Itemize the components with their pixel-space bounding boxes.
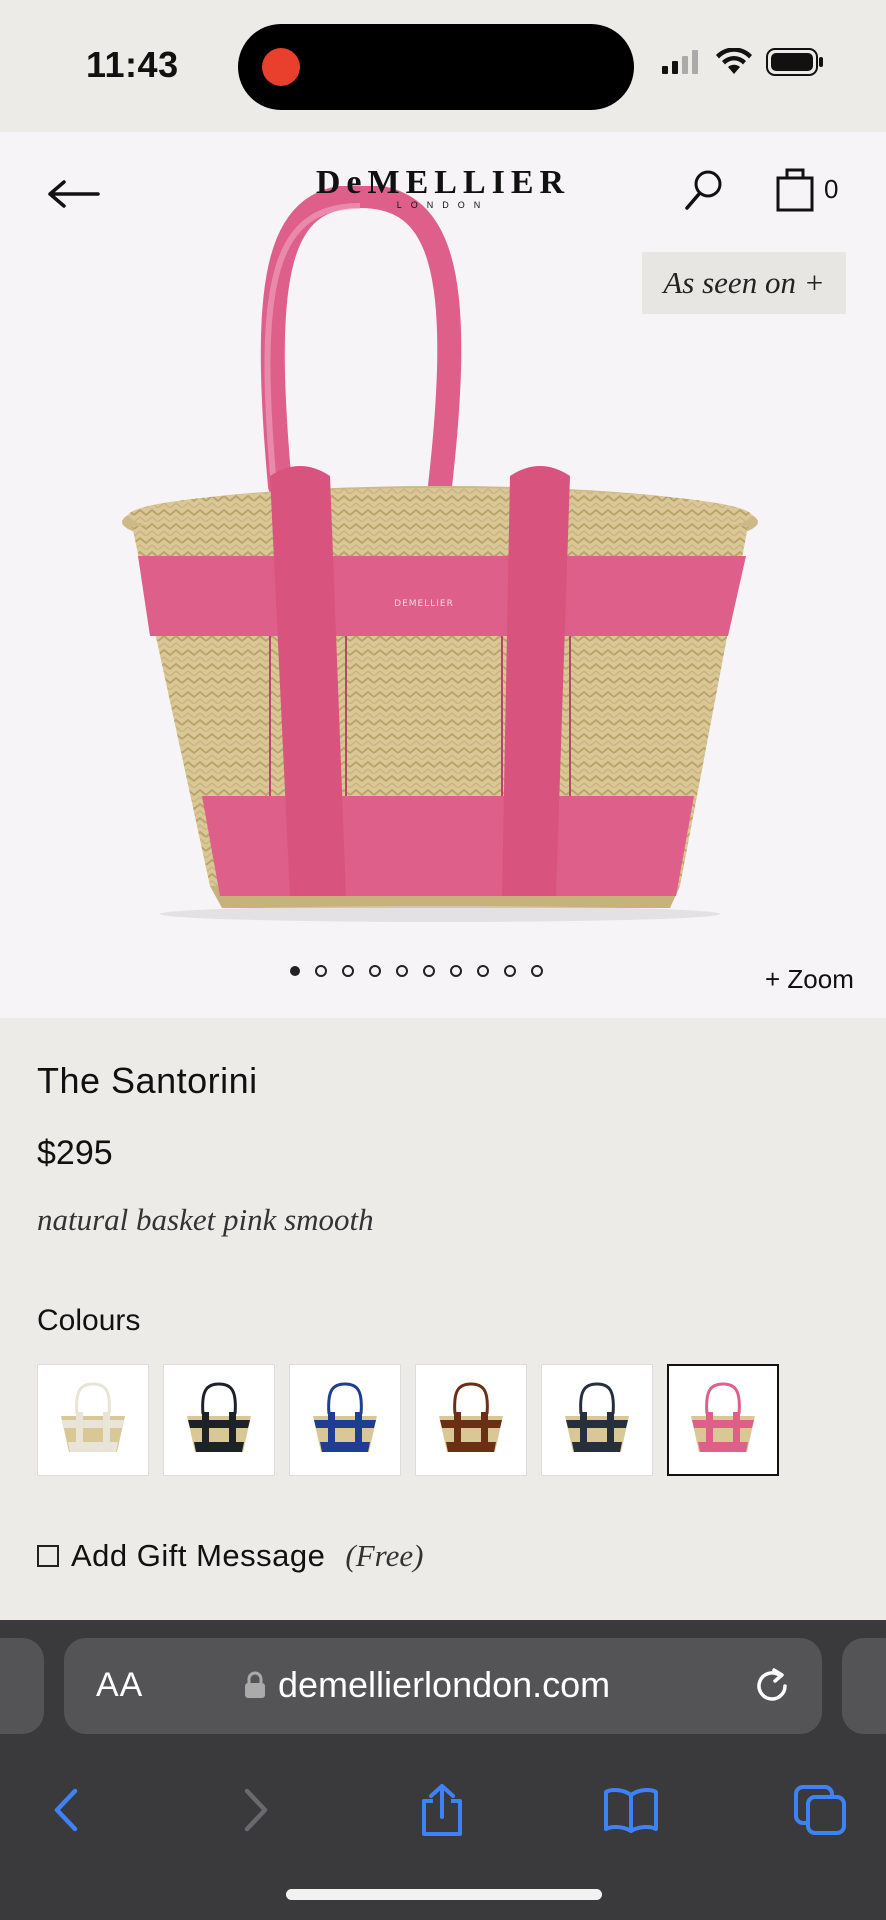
pagination-dot[interactable] (396, 965, 408, 977)
cart-button[interactable]: 0 (776, 166, 840, 212)
gift-message-checkbox[interactable] (37, 1545, 59, 1567)
search-icon[interactable] (684, 168, 724, 212)
colour-swatch-black[interactable] (163, 1364, 275, 1476)
bookmarks-button[interactable] (601, 1780, 661, 1840)
battery-icon (766, 48, 823, 76)
colour-swatch-navy[interactable] (541, 1364, 653, 1476)
lock-icon (245, 1671, 265, 1698)
browser-back-button[interactable] (36, 1780, 96, 1840)
pagination-dot[interactable] (315, 965, 327, 977)
pagination-dot[interactable] (531, 965, 543, 977)
bag-thumbnail-icon (691, 1382, 755, 1452)
share-button[interactable] (412, 1780, 472, 1840)
dynamic-island (238, 24, 634, 110)
colour-swatch-brown[interactable] (415, 1364, 527, 1476)
pagination-dot[interactable] (450, 965, 462, 977)
gallery-pagination (290, 965, 543, 977)
logo-wordmark: DeMELLIER (315, 164, 571, 201)
cart-count: 0 (824, 174, 839, 204)
pagination-dot[interactable] (369, 965, 381, 977)
screen-recording-icon (262, 48, 300, 86)
colour-swatch-pink[interactable] (667, 1364, 779, 1476)
previous-tab-preview[interactable] (0, 1638, 44, 1734)
bag-thumbnail-icon (565, 1382, 629, 1452)
brand-logo[interactable]: DeMELLIER LONDON (0, 164, 886, 210)
bag-thumbnail-icon (439, 1382, 503, 1452)
tabs-button[interactable] (790, 1780, 850, 1840)
gift-message-option[interactable]: Add Gift Message (Free) (37, 1538, 423, 1574)
next-tab-preview[interactable] (842, 1638, 886, 1734)
colour-swatch-ecru[interactable] (37, 1364, 149, 1476)
cellular-signal-icon (662, 50, 698, 74)
gift-message-note: (Free) (345, 1538, 424, 1573)
product-variant: natural basket pink smooth (37, 1202, 374, 1237)
home-indicator[interactable] (286, 1889, 602, 1900)
browser-toolbar: AA demellierlondon.com (0, 1620, 886, 1920)
wifi-icon (716, 48, 752, 74)
pagination-dot[interactable] (342, 965, 354, 977)
colours-label: Colours (37, 1304, 141, 1337)
reload-icon[interactable] (752, 1666, 792, 1706)
colour-swatch-blue[interactable] (289, 1364, 401, 1476)
url-display[interactable]: demellierlondon.com (244, 1664, 610, 1706)
browser-forward-button[interactable] (226, 1780, 286, 1840)
logo-subtitle: LONDON (396, 200, 490, 210)
svg-text:DEMELLIER: DEMELLIER (394, 599, 454, 609)
tabs-icon (794, 1785, 846, 1835)
url-text: demellierlondon.com (278, 1664, 611, 1705)
navigation-toolbar (0, 1770, 886, 1860)
product-price: $295 (37, 1134, 113, 1172)
bag-thumbnail-icon (187, 1382, 251, 1452)
status-bar: 11:43 (0, 0, 886, 132)
address-bar[interactable]: AA demellierlondon.com (64, 1638, 822, 1734)
book-icon (604, 1788, 658, 1833)
chevron-right-icon (244, 1788, 268, 1832)
pagination-dot-active[interactable] (290, 966, 300, 976)
status-time: 11:43 (86, 44, 179, 85)
gift-message-label[interactable]: Add Gift Message (71, 1538, 325, 1574)
bag-thumbnail-icon (313, 1382, 377, 1452)
chevron-left-icon (54, 1788, 78, 1832)
pagination-dot[interactable] (477, 965, 489, 977)
share-icon (422, 1784, 462, 1836)
reader-settings-label: AA (96, 1666, 144, 1704)
pagination-dot[interactable] (504, 965, 516, 977)
reader-settings-button[interactable]: AA (96, 1666, 143, 1705)
as-seen-on-button[interactable]: As seen on + (642, 252, 846, 314)
site-header: DeMELLIER LONDON 0 (0, 132, 886, 242)
shopping-bag-icon (776, 168, 814, 212)
colour-swatches (37, 1364, 779, 1476)
product-title: The Santorini (37, 1060, 258, 1101)
zoom-button[interactable]: + Zoom (765, 964, 854, 995)
bag-thumbnail-icon (61, 1382, 125, 1452)
pagination-dot[interactable] (423, 965, 435, 977)
status-icons (662, 48, 824, 76)
